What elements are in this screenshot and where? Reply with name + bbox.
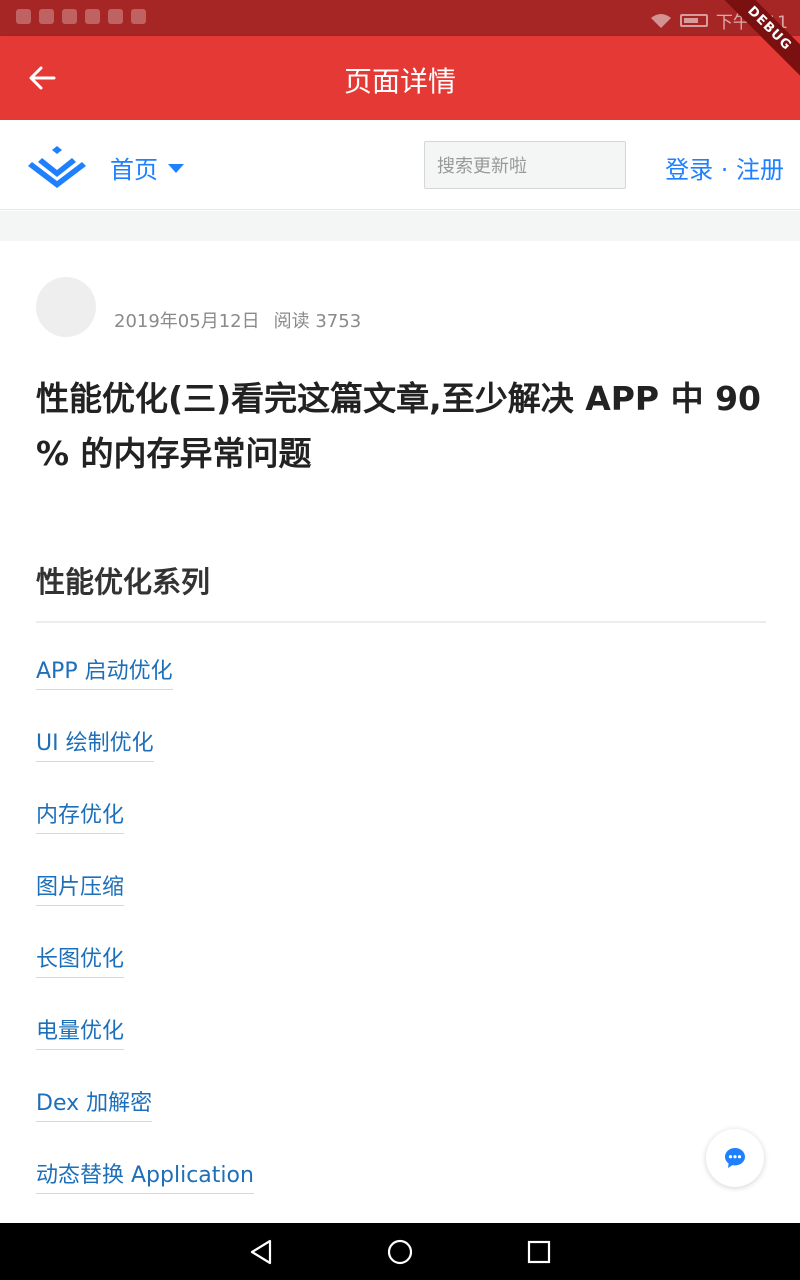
series-link[interactable]: Dex 加解密	[36, 1089, 153, 1122]
wifi-icon	[650, 13, 671, 28]
site-header: 首页 搜索更新啦 登录 · 注册	[0, 120, 800, 210]
back-triangle-icon[interactable]	[246, 1237, 276, 1267]
series-link[interactable]: 内存优化	[36, 801, 125, 834]
notification-icon	[108, 9, 123, 24]
notification-icon	[131, 9, 146, 24]
article-read-count: 阅读 3753	[273, 311, 362, 332]
home-circle-icon[interactable]	[385, 1237, 415, 1267]
series-link[interactable]: UI 绘制优化	[36, 729, 154, 762]
article-card: 2019年05月12日 阅读 3753 性能优化(三)看完这篇文章,至少解决 A…	[0, 241, 800, 1223]
section-heading: 性能优化系列	[36, 565, 211, 599]
section-divider	[36, 621, 766, 623]
status-bar: 下午4:11	[0, 0, 800, 36]
series-link[interactable]: 电量优化	[36, 1017, 125, 1050]
series-link-list: APP 启动优化 UI 绘制优化 内存优化 图片压缩 长图优化 电量优化 Dex…	[36, 657, 254, 1233]
list-item: 长图优化	[36, 945, 254, 1017]
series-link[interactable]: APP 启动优化	[36, 657, 173, 690]
login-register-link[interactable]: 登录 · 注册	[665, 150, 784, 185]
list-item: 电量优化	[36, 1017, 254, 1089]
nav-home-label: 首页	[110, 156, 158, 184]
notification-icon	[62, 9, 77, 24]
battery-icon	[679, 14, 708, 27]
article-title: 性能优化(三)看完这篇文章,至少解决 APP 中 90 % 的内存异常问题	[36, 379, 762, 473]
recents-square-icon[interactable]	[524, 1237, 554, 1267]
article-date: 2019年05月12日	[114, 311, 260, 332]
chat-bubble-icon	[725, 1148, 745, 1168]
notification-icon	[85, 9, 100, 24]
series-link[interactable]: 长图优化	[36, 945, 125, 978]
list-item: APP 启动优化	[36, 657, 254, 729]
site-logo-icon[interactable]	[28, 144, 86, 188]
status-icons-left	[16, 9, 146, 24]
app-bar: 页面详情	[0, 36, 800, 120]
comment-fab-button[interactable]	[706, 1129, 764, 1187]
list-item: 内存优化	[36, 801, 254, 873]
list-item: Dex 加解密	[36, 1089, 254, 1161]
header-separator	[0, 211, 800, 241]
series-link[interactable]: 动态替换 Application	[36, 1161, 254, 1194]
usb-icon	[16, 9, 31, 24]
search-input[interactable]: 搜索更新啦	[424, 141, 626, 189]
nav-home-dropdown[interactable]: 首页	[110, 150, 184, 185]
usb-icon	[39, 9, 54, 24]
author-avatar[interactable]	[36, 277, 96, 337]
page-title: 页面详情	[343, 65, 456, 98]
article-meta: 2019年05月12日 阅读 3753	[114, 307, 361, 333]
caret-down-icon	[168, 164, 184, 173]
list-item: 图片压缩	[36, 873, 254, 945]
series-link[interactable]: 图片压缩	[36, 873, 125, 906]
system-nav-bar	[0, 1223, 800, 1280]
list-item: UI 绘制优化	[36, 729, 254, 801]
